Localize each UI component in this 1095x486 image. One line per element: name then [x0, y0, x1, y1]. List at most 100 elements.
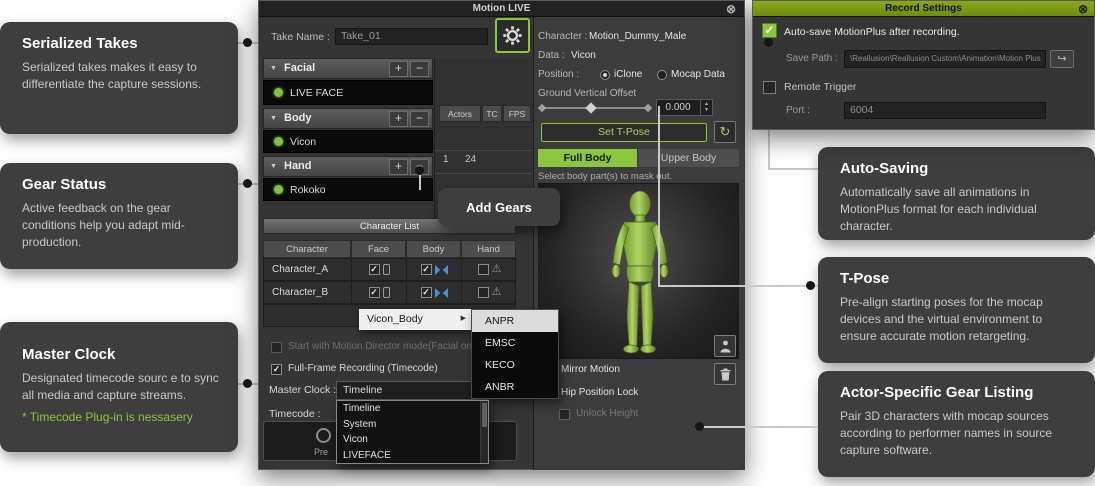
- motion-director-checkbox[interactable]: [271, 342, 282, 353]
- column-header-actors: Actors: [439, 105, 481, 122]
- gear-icon: [501, 24, 524, 47]
- ground-offset-input[interactable]: 0.000 ▲ ▼: [656, 99, 713, 116]
- spin-down-button[interactable]: ▼: [701, 107, 712, 115]
- master-clock-label: Master Clock :: [269, 384, 336, 396]
- tab-upper-body[interactable]: Upper Body: [638, 149, 739, 167]
- section-header-facial[interactable]: ▼ Facial + −: [263, 58, 433, 79]
- table-row-character-a[interactable]: Character_A ✓ ✓ ⚠: [263, 258, 516, 281]
- section-header-body[interactable]: ▼ Body + −: [263, 108, 433, 129]
- add-gear-button[interactable]: +: [389, 159, 408, 175]
- callout-body: Serialized takes makes it easy to differ…: [22, 59, 220, 93]
- phone-device-icon: [383, 287, 390, 298]
- fullframe-recording-checkbox[interactable]: ✓: [271, 364, 282, 375]
- submenu-item-emsc[interactable]: EMSC: [472, 332, 558, 354]
- phone-device-icon: [383, 264, 390, 275]
- remote-trigger-checkbox[interactable]: [763, 81, 776, 94]
- callout-auto-saving: Auto-Saving Automatically save all anima…: [818, 147, 1095, 240]
- character-figure[interactable]: [585, 188, 695, 358]
- record-settings-panel: Record Settings ⊗ ✓ Auto-save MotionPlus…: [752, 0, 1095, 130]
- clock-option-liveface[interactable]: LIVEFACE: [337, 448, 488, 464]
- clock-option-system[interactable]: System: [337, 417, 488, 433]
- callout-title: T-Pose: [840, 270, 1077, 287]
- hand-checkbox[interactable]: [478, 287, 489, 298]
- radio-iclone[interactable]: [600, 70, 610, 80]
- remove-gear-button[interactable]: −: [410, 111, 429, 127]
- hip-position-lock-toggle[interactable]: Hip Position Lock: [561, 387, 638, 398]
- motion-live-panel: Motion LIVE ⊗ Take Name : Take_01 ▼ Faci…: [258, 0, 745, 470]
- section-header-hand[interactable]: ▼ Hand + −: [263, 156, 433, 177]
- connector-dot: [243, 379, 252, 388]
- refresh-button[interactable]: ↻: [714, 121, 736, 143]
- load-character-button[interactable]: [714, 335, 736, 357]
- face-cell: ✓: [352, 259, 407, 280]
- character-viewport[interactable]: [538, 183, 739, 359]
- gear-item-live-face[interactable]: LIVE FACE: [263, 80, 433, 105]
- tab-full-body[interactable]: Full Body: [538, 149, 637, 167]
- remove-gear-button[interactable]: −: [410, 61, 429, 77]
- submenu-item-anbr[interactable]: ANBR: [472, 376, 558, 398]
- port-label: Port :: [786, 105, 810, 116]
- slider-thumb[interactable]: [585, 102, 596, 113]
- clock-option-vicon[interactable]: Vicon: [337, 432, 488, 448]
- ground-offset-value: 0.000: [657, 100, 699, 115]
- autosave-checkbox[interactable]: ✓: [762, 23, 777, 38]
- gear-item-rokoko[interactable]: Rokoko: [263, 178, 433, 201]
- hand-checkbox[interactable]: [478, 264, 489, 275]
- master-clock-dropdown[interactable]: Timeline ▼: [336, 381, 489, 400]
- gear-name: LIVE FACE: [290, 87, 343, 99]
- callout-body: Designated timecode sourc e to sync all …: [22, 370, 220, 404]
- radio-label-iclone: iClone: [614, 69, 642, 80]
- scrollbar[interactable]: [480, 401, 488, 463]
- face-checkbox[interactable]: ✓: [369, 287, 380, 298]
- mirror-motion-toggle[interactable]: Mirror Motion: [561, 364, 620, 375]
- callout-actor-gear-listing: Actor-Specific Gear Listing Pair 3D char…: [818, 371, 1095, 477]
- submenu-item-anpr[interactable]: ANPR: [472, 310, 558, 332]
- ground-offset-slider[interactable]: [539, 102, 651, 114]
- face-checkbox[interactable]: ✓: [369, 264, 380, 275]
- callout-body: Automatically save all animations in Mot…: [840, 184, 1077, 235]
- vicon-device-icon: [435, 265, 448, 275]
- radio-mocap-data[interactable]: [657, 70, 667, 80]
- character-label: Character :: [538, 31, 587, 42]
- add-gear-button[interactable]: +: [389, 111, 408, 127]
- collapse-icon: ▼: [270, 115, 277, 122]
- slider-end-icon: [644, 104, 652, 112]
- browse-button[interactable]: ↪: [1050, 50, 1074, 68]
- save-path-input[interactable]: \Reallusion\Reallusion Custom\Animation\…: [844, 50, 1046, 68]
- record-settings-gear-button[interactable]: [495, 18, 530, 53]
- gear-menu-label: Vicon_Body: [367, 313, 423, 325]
- data-value: Vicon: [571, 50, 596, 61]
- gear-menu-vicon-body[interactable]: Vicon_Body ▶: [359, 309, 471, 330]
- save-path-label: Save Path :: [786, 53, 838, 64]
- port-input[interactable]: 6004: [844, 102, 1046, 119]
- slider-end-icon: [538, 104, 546, 112]
- callout-title: Auto-Saving: [840, 160, 1077, 177]
- close-icon[interactable]: ⊗: [726, 2, 736, 16]
- body-checkbox[interactable]: ✓: [421, 287, 432, 298]
- submenu-item-keco[interactable]: KECO: [472, 354, 558, 376]
- connector-line: [658, 285, 818, 287]
- delete-character-button[interactable]: [714, 363, 736, 385]
- callout-note: * Timecode Plug-in is nessasery: [22, 409, 220, 426]
- body-cell: ✓: [407, 259, 462, 280]
- callout-t-pose: T-Pose Pre-align starting poses for the …: [818, 257, 1095, 363]
- set-tpose-button[interactable]: Set T-Pose: [541, 123, 707, 142]
- radio-label-mocap-data: Mocap Data: [671, 69, 725, 80]
- gear-name: Vicon: [290, 136, 316, 148]
- section-name: Facial: [284, 62, 315, 74]
- add-gear-button[interactable]: +: [389, 61, 408, 77]
- scrollbar-thumb[interactable]: [482, 403, 487, 427]
- take-name-input[interactable]: Take_01: [335, 28, 488, 45]
- gear-item-vicon[interactable]: Vicon: [263, 130, 433, 153]
- clock-option-timeline[interactable]: Timeline: [337, 401, 488, 417]
- actor-cell-value: 1: [443, 154, 449, 165]
- close-icon[interactable]: ⊗: [1078, 2, 1088, 16]
- table-row-character-b[interactable]: Character_B ✓ ✓ ⚠: [263, 281, 516, 304]
- body-cell: ✓: [407, 282, 462, 303]
- trash-icon: [720, 368, 731, 381]
- body-checkbox[interactable]: ✓: [421, 264, 432, 275]
- fullframe-recording-label: Full-Frame Recording (Timecode): [288, 363, 438, 374]
- unlock-height-checkbox[interactable]: [559, 409, 570, 420]
- timecode-label: Timecode :: [269, 408, 321, 420]
- callout-title: Master Clock: [22, 346, 220, 363]
